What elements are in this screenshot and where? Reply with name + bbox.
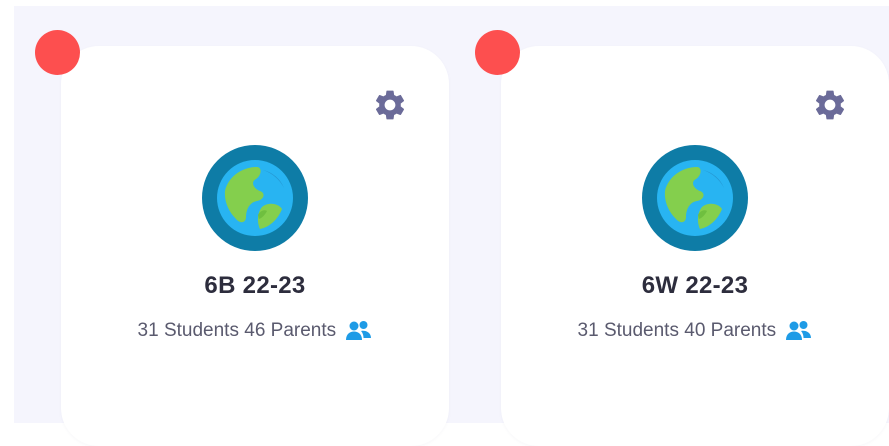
student-count: 31 Students: [577, 320, 679, 341]
parent-count: 40 Parents: [684, 320, 777, 341]
class-stats: 31 Students 46 Parents: [61, 320, 449, 342]
class-card[interactable]: 6W 22-23 31 Students 40 Parents: [501, 46, 889, 446]
gear-icon[interactable]: [372, 87, 408, 123]
gear-icon[interactable]: [812, 87, 848, 123]
parent-count: 46 Parents: [244, 320, 337, 341]
people-icon[interactable]: [785, 320, 812, 342]
status-dot: [35, 30, 80, 75]
student-count: 31 Students: [137, 320, 239, 341]
class-card[interactable]: 6B 22-23 31 Students 46 Parents: [61, 46, 449, 446]
status-dot: [475, 30, 520, 75]
class-name: 6W 22-23: [641, 272, 749, 299]
people-icon[interactable]: [345, 320, 372, 342]
class-name: 6B 22-23: [204, 272, 306, 299]
globe-icon: [202, 145, 308, 251]
class-stats: 31 Students 40 Parents: [501, 320, 889, 342]
globe-icon: [642, 145, 748, 251]
classes-grid: 6B 22-23 31 Students 46 Parents 6W 22-23…: [14, 6, 889, 446]
